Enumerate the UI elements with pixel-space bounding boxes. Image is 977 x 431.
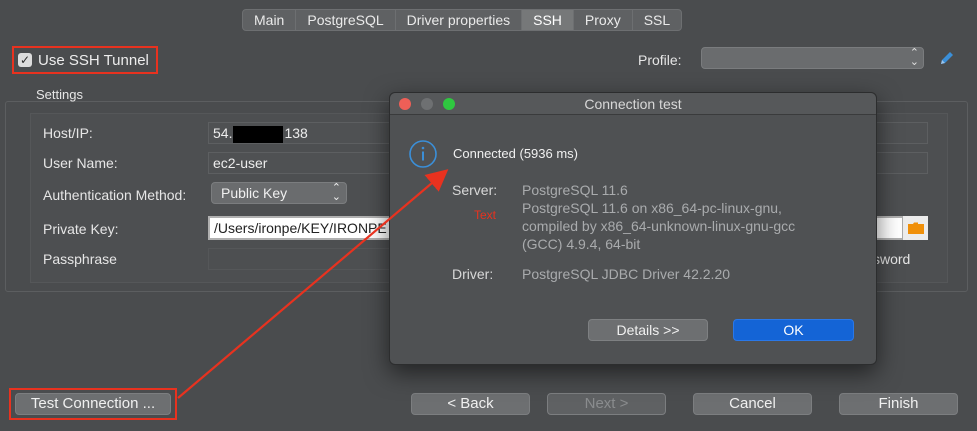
server-detail-line1: PostgreSQL 11.6 on x86_64-pc-linux-gnu, xyxy=(522,200,782,216)
server-label: Server: xyxy=(452,182,498,198)
driver-value: PostgreSQL JDBC Driver 42.2.20 xyxy=(522,266,731,282)
auth-method-label: Authentication Method: xyxy=(43,187,187,203)
updown-chevron-icon: ⌃ ⌄ xyxy=(331,182,341,203)
dialog-titlebar: Connection test xyxy=(390,93,876,115)
passphrase-label: Passphrase xyxy=(43,251,117,267)
tab-ssl[interactable]: SSL xyxy=(633,10,681,30)
checkmark-icon: ✓ xyxy=(18,53,32,67)
dialog-title: Connection test xyxy=(584,96,682,112)
host-label: Host/IP: xyxy=(43,125,93,141)
edit-pencil-icon[interactable] xyxy=(937,48,957,68)
back-button[interactable]: < Back xyxy=(411,393,530,415)
connection-settings-window: Main PostgreSQL Driver properties SSH Pr… xyxy=(0,0,977,431)
tab-ssh[interactable]: SSH xyxy=(522,10,574,30)
folder-icon xyxy=(907,222,924,234)
updown-chevron-icon: ⌃ ⌄ xyxy=(909,47,919,68)
server-detail-line3: (GCC) 4.9.4, 64-bit xyxy=(522,236,641,252)
tab-driver-properties[interactable]: Driver properties xyxy=(396,10,523,30)
tab-proxy[interactable]: Proxy xyxy=(574,10,633,30)
auth-method-value: Public Key xyxy=(221,185,288,201)
settings-title: Settings xyxy=(36,87,83,102)
server-detail-line2: compiled by x86_64-unknown-linux-gnu-gcc xyxy=(522,218,796,234)
test-connection-button[interactable]: Test Connection ... xyxy=(15,393,171,415)
host-prefix: 54. xyxy=(213,125,233,141)
ok-button[interactable]: OK xyxy=(733,319,854,341)
annotation-text: Text xyxy=(474,208,497,222)
connection-status: Connected (5936 ms) xyxy=(453,146,579,161)
redacted-block xyxy=(233,125,284,143)
host-suffix: 138 xyxy=(284,125,308,141)
browse-folder-button[interactable] xyxy=(902,216,928,240)
tab-postgresql[interactable]: PostgreSQL xyxy=(296,10,396,30)
info-icon xyxy=(409,140,437,168)
use-ssh-tunnel-label: Use SSH Tunnel xyxy=(38,51,149,69)
details-button[interactable]: Details >> xyxy=(588,319,708,341)
private-key-label: Private Key: xyxy=(43,221,119,237)
next-button[interactable]: Next > xyxy=(547,393,666,415)
connection-test-dialog: Connection test Connected (5936 ms) Serv… xyxy=(389,92,877,365)
driver-label: Driver: xyxy=(452,266,494,282)
profile-select[interactable]: ⌃ ⌄ xyxy=(701,47,924,69)
finish-button[interactable]: Finish xyxy=(839,393,958,415)
server-version: PostgreSQL 11.6 xyxy=(522,182,628,198)
profile-label: Profile: xyxy=(638,52,682,68)
tab-main[interactable]: Main xyxy=(243,10,297,30)
tab-bar: Main PostgreSQL Driver properties SSH Pr… xyxy=(242,9,683,31)
auth-method-select[interactable]: Public Key ⌃ ⌄ xyxy=(211,182,347,204)
use-ssh-tunnel-checkbox[interactable]: ✓ Use SSH Tunnel xyxy=(12,46,158,74)
user-name-label: User Name: xyxy=(43,155,118,171)
cancel-button[interactable]: Cancel xyxy=(693,393,812,415)
